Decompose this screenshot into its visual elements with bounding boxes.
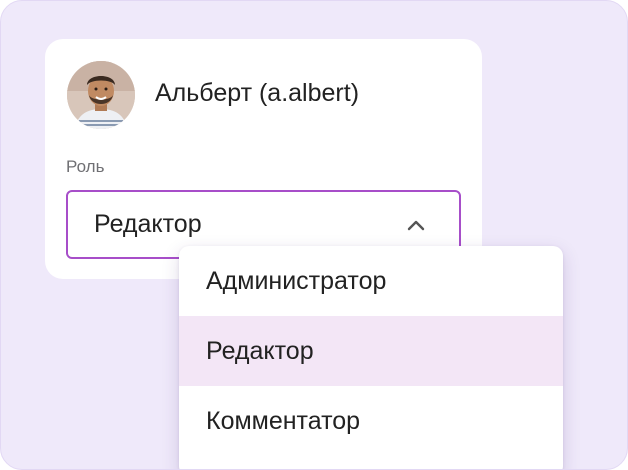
role-option-commenter[interactable]: Комментатор bbox=[179, 386, 563, 456]
role-field-label: Роль bbox=[66, 157, 105, 176]
role-option-editor[interactable]: Редактор bbox=[179, 316, 563, 386]
role-option-administrator[interactable]: Администратор bbox=[179, 246, 563, 316]
user-name: Альберт (a.albert) bbox=[155, 79, 360, 107]
background-panel: Альберт (a.albert) Роль Редактор Админис… bbox=[0, 0, 628, 470]
chevron-up-icon[interactable] bbox=[405, 214, 427, 236]
avatar-photo bbox=[67, 61, 135, 129]
user-avatar bbox=[67, 61, 135, 129]
user-role-card: Альберт (a.albert) Роль Редактор bbox=[45, 39, 482, 279]
role-select-value: Редактор bbox=[94, 210, 202, 238]
role-dropdown-menu: Администратор Редактор Комментатор bbox=[179, 246, 563, 469]
